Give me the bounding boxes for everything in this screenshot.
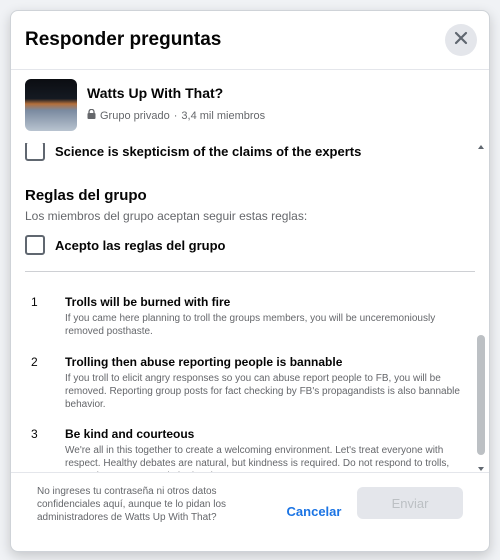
dialog-footer: No ingreses tu contraseña ni otros datos…	[11, 472, 489, 551]
questions-scroll-area[interactable]: Science is skepticism of the claims of t…	[11, 143, 475, 473]
answer-questions-dialog: Responder preguntas Watts Up With That? …	[10, 10, 490, 552]
rule-number: 3	[31, 427, 38, 441]
send-button[interactable]: Enviar	[357, 487, 463, 519]
dialog-title: Responder preguntas	[25, 29, 222, 50]
previous-answer-label: Science is skepticism of the claims of t…	[55, 143, 362, 159]
scroll-down-arrow-icon[interactable]	[478, 467, 484, 471]
rule-description: We're all in this together to create a w…	[65, 445, 450, 473]
dialog-header: Responder preguntas	[11, 11, 489, 70]
accept-rules-option[interactable]: Acepto las reglas del grupo	[25, 235, 226, 255]
rule-description: If you troll to elicit angry responses s…	[65, 373, 460, 410]
close-icon	[454, 31, 468, 50]
privacy-warning: No ingreses tu contraseña ni otros datos…	[37, 486, 227, 523]
rules-divider	[25, 271, 475, 272]
rule-number: 1	[31, 295, 38, 309]
rule-description: If you came here planning to troll the g…	[65, 313, 436, 337]
rule-number: 2	[31, 355, 38, 369]
previous-answer-checkbox[interactable]	[25, 143, 45, 161]
rules-heading: Reglas del grupo	[25, 187, 147, 204]
group-privacy: Grupo privado	[100, 109, 170, 122]
lock-icon	[87, 108, 96, 122]
close-button[interactable]	[445, 24, 477, 56]
group-card: Watts Up With That? Grupo privado · 3,4 …	[25, 77, 475, 139]
rule-title: Trolling then abuse reporting people is …	[65, 355, 343, 369]
group-member-count: 3,4 mil miembros	[181, 109, 266, 122]
scrollbar[interactable]	[477, 145, 485, 471]
accept-rules-label: Acepto las reglas del grupo	[55, 237, 226, 253]
rule-title: Be kind and courteous	[65, 427, 195, 441]
meta-separator: ·	[173, 109, 178, 122]
group-meta: Grupo privado · 3,4 mil miembros	[87, 108, 266, 122]
group-name: Watts Up With That?	[87, 85, 224, 101]
rule-title: Trolls will be burned with fire	[65, 295, 231, 309]
accept-rules-checkbox[interactable]	[25, 235, 45, 255]
scrollbar-thumb[interactable]	[477, 335, 485, 455]
cancel-button[interactable]: Cancelar	[279, 495, 349, 527]
scroll-up-arrow-icon[interactable]	[478, 145, 484, 149]
previous-answer-option[interactable]: Science is skepticism of the claims of t…	[25, 143, 361, 161]
rules-subheading: Los miembros del grupo aceptan seguir es…	[25, 209, 308, 223]
group-cover-image	[25, 79, 77, 131]
